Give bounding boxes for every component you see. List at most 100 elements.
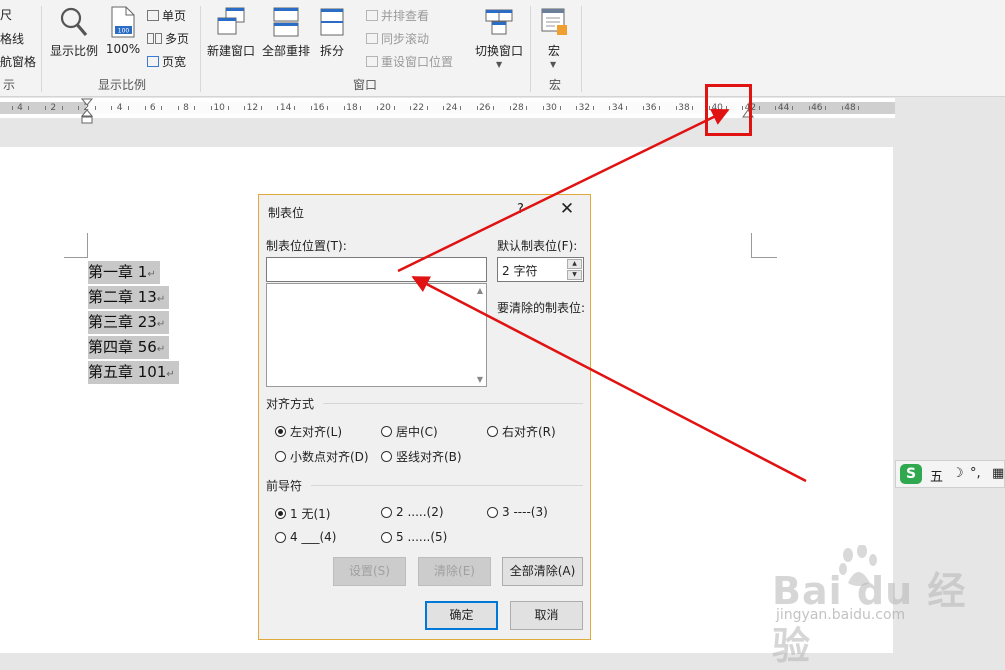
ruler-tick (28, 106, 30, 110)
punctuation-button[interactable]: °, (970, 466, 981, 481)
gridlines-checkbox-label[interactable]: 格线 (0, 30, 24, 47)
leader-title: 前导符 (266, 479, 303, 493)
ruler-tick (227, 106, 229, 110)
side-by-side-button[interactable]: 并排查看 (366, 7, 429, 24)
clear-button[interactable]: 清除(E) (418, 557, 491, 586)
align-decimal-radio[interactable]: 小数点对齐(D) (275, 448, 369, 465)
document-line[interactable]: 第四章 56↵ (88, 336, 170, 359)
tab-position-list[interactable]: ▲ ▼ (266, 283, 487, 387)
page-width-button[interactable]: 页宽 (147, 53, 186, 70)
list-scrollbar[interactable]: ▲ ▼ (471, 284, 486, 386)
ruler-tick (675, 106, 677, 110)
nav-pane-checkbox-label[interactable]: 航窗格 (0, 53, 36, 70)
document-line[interactable]: 第一章 1↵ (88, 261, 160, 284)
ruler-tick (111, 106, 113, 110)
close-icon[interactable]: ✕ (557, 199, 577, 219)
align-left-radio[interactable]: 左对齐(L) (275, 423, 342, 440)
switch-window-chevron-icon[interactable]: ▼ (496, 60, 502, 69)
ruler-tick (758, 106, 760, 110)
cancel-button[interactable]: 取消 (510, 601, 583, 630)
scroll-up-icon[interactable]: ▲ (477, 286, 483, 295)
ruler-tick (127, 106, 129, 110)
group-separator (530, 6, 531, 92)
tab-position-label: 制表位位置(T): (266, 239, 347, 253)
reset-position-button[interactable]: 重设窗口位置 (366, 53, 453, 70)
zoom-100-button[interactable]: 100 100% (105, 6, 141, 56)
leader-none-radio[interactable]: 1 无(1) (275, 505, 330, 522)
reset-position-icon (366, 56, 378, 67)
help-button[interactable]: ? (517, 202, 524, 217)
ok-button[interactable]: 确定 (425, 601, 498, 630)
side-by-side-icon (366, 10, 378, 21)
split-icon (320, 8, 344, 36)
leader-underline-radio[interactable]: 4 ___(4) (275, 530, 336, 544)
ruler-highlight-box (705, 84, 752, 136)
ime-toolbar[interactable]: S 五 ☽ °, ▦ (895, 460, 1005, 488)
horizontal-ruler[interactable]: 4 2 2 4 6 8 10 12 14 16 18 20 22 24 26 28 30 32 34 36 38 40 42… (0, 98, 895, 124)
ruler-tick (825, 106, 827, 110)
ruler-number: 20 (379, 103, 391, 113)
document-line[interactable]: 第二章 13↵ (88, 286, 170, 309)
document-line-text: 第三章 23 (88, 313, 157, 331)
leader-dashes-radio[interactable]: 3 ----(3) (487, 505, 548, 519)
tab-position-input[interactable] (266, 257, 487, 282)
ruler-tick (61, 106, 63, 110)
align-right-radio[interactable]: 右对齐(R) (487, 423, 556, 440)
document-line[interactable]: 第三章 23↵ (88, 311, 170, 334)
zoom-button[interactable]: 显示比例 (48, 6, 100, 59)
ruler-tick (78, 106, 80, 110)
stepper-down-icon[interactable]: ▼ (567, 270, 582, 280)
ruler-tick (576, 106, 578, 110)
arrange-all-icon (273, 7, 299, 37)
ruler-checkbox-label[interactable]: 尺 (0, 6, 12, 23)
clear-all-button[interactable]: 全部清除(A) (502, 557, 583, 586)
default-tab-stepper[interactable]: 2 字符 ▲ ▼ (497, 257, 584, 282)
macro-label: 宏 (547, 44, 560, 58)
document-line-text: 第一章 1 (88, 263, 148, 281)
document-line-text: 第二章 13 (88, 288, 157, 306)
keyboard-icon[interactable]: ▦ (992, 466, 1004, 481)
macro-chevron-icon[interactable]: ▼ (550, 60, 556, 69)
arrange-all-button[interactable]: 全部重排 (259, 6, 313, 59)
ruler-number: 10 (213, 103, 225, 113)
ruler-number: 28 (512, 103, 524, 113)
multi-page-button[interactable]: 多页 (147, 30, 189, 47)
ruler-number: 2 (50, 103, 57, 113)
ruler-tick (393, 106, 395, 110)
leader-dots-radio[interactable]: 2 .....(2) (381, 505, 444, 519)
moon-icon[interactable]: ☽ (952, 466, 964, 481)
default-tab-label: 默认制表位(F): (497, 239, 578, 253)
align-bar-radio[interactable]: 竖线对齐(B) (381, 448, 462, 465)
arrange-all-label: 全部重排 (261, 44, 310, 58)
sogou-logo-icon[interactable]: S (900, 464, 922, 484)
ruler-number: 34 (611, 103, 624, 113)
one-page-icon (147, 10, 159, 21)
stepper-up-icon[interactable]: ▲ (567, 259, 582, 269)
ruler-tick (260, 106, 262, 110)
ruler-tick (244, 106, 246, 110)
show-group-label: 示 (2, 78, 15, 92)
ruler-tick (642, 106, 644, 110)
ruler-number: 22 (412, 103, 425, 113)
multi-page-icon-2 (155, 33, 162, 44)
sync-scroll-button[interactable]: 同步滚动 (366, 30, 429, 47)
ruler-tick (310, 106, 312, 110)
leader-middots-radio[interactable]: 5 ......(5) (381, 530, 447, 544)
ruler-number: 6 (149, 103, 156, 113)
set-button[interactable]: 设置(S) (333, 557, 406, 586)
one-page-button[interactable]: 单页 (147, 7, 186, 24)
group-separator (581, 6, 582, 92)
switch-window-button[interactable]: 切换窗口 (472, 6, 526, 59)
align-center-radio[interactable]: 居中(C) (381, 423, 438, 440)
split-button[interactable]: 拆分 (316, 6, 348, 59)
leader-underline-label: 4 ___(4) (290, 530, 337, 544)
ruler-tick (775, 106, 777, 110)
ruler-tick (625, 106, 627, 110)
indent-marker-icon[interactable] (80, 98, 94, 126)
document-line[interactable]: 第五章 101↵ (88, 361, 179, 384)
scroll-down-icon[interactable]: ▼ (477, 375, 483, 384)
ruler-tick (177, 106, 179, 110)
new-window-button[interactable]: 新建窗口 (204, 6, 258, 59)
ime-mode-button[interactable]: 五 (930, 466, 943, 485)
macro-button[interactable]: 宏 (536, 6, 572, 59)
